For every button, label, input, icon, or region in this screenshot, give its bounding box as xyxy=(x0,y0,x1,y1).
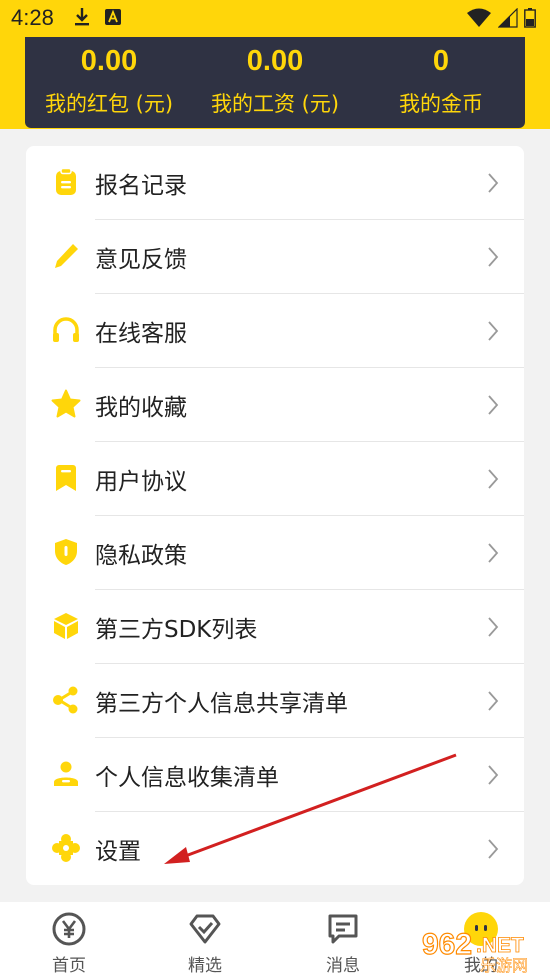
status-bar: 4:28 xyxy=(0,0,550,36)
chevron-right-icon xyxy=(488,543,499,563)
tab-label: 消息 xyxy=(326,956,360,976)
yuan-icon xyxy=(52,912,86,946)
menu-item-info-collection-list[interactable]: 个人信息收集清单 xyxy=(26,738,524,812)
menu-item-label: 第三方个人信息共享清单 xyxy=(95,691,348,717)
wifi-icon xyxy=(467,8,491,27)
menu-item-info-sharing-list[interactable]: 第三方个人信息共享清单 xyxy=(26,664,524,738)
coins-label: 我的金币 xyxy=(399,92,483,116)
menu-item-label: 我的收藏 xyxy=(95,395,187,421)
menu-item-customer-service[interactable]: 在线客服 xyxy=(26,294,524,368)
clipboard-icon xyxy=(56,167,76,195)
bookmark-icon xyxy=(56,465,76,491)
wallet-stats-card: 0.00 我的红包 (元) 0.00 我的工资 (元) 0 我的金币 xyxy=(25,37,525,128)
status-time: 4:28 xyxy=(11,5,54,30)
salary-label: 我的工资 (元) xyxy=(210,92,340,116)
svg-text:.NET: .NET xyxy=(476,934,524,957)
share-icon xyxy=(53,686,78,714)
coins-value: 0 xyxy=(432,45,450,77)
menu-item-label: 第三方SDK列表 xyxy=(95,617,258,643)
salary-value: 0.00 xyxy=(246,45,304,77)
tab-home[interactable]: 首页 xyxy=(24,902,114,979)
watermark-logo: 962 .NET 乐游网 xyxy=(421,927,528,974)
chevron-right-icon xyxy=(488,765,499,785)
menu-item-settings[interactable]: 设置 xyxy=(26,812,524,886)
settings-icon xyxy=(52,834,80,862)
user-icon xyxy=(54,761,78,786)
chevron-right-icon xyxy=(488,173,499,193)
menu-item-favorites[interactable]: 我的收藏 xyxy=(26,368,524,442)
menu-item-label: 意见反馈 xyxy=(95,247,187,273)
chevron-right-icon xyxy=(488,691,499,711)
menu-item-signup-records[interactable]: 报名记录 xyxy=(26,146,524,220)
battery-icon xyxy=(524,8,536,28)
salary-stat[interactable]: 0.00 我的工资 (元) xyxy=(191,37,359,128)
coins-stat[interactable]: 0 我的金币 xyxy=(357,37,525,128)
red-packet-label: 我的红包 (元) xyxy=(44,92,174,116)
tab-messages[interactable]: 消息 xyxy=(298,902,388,979)
chevron-right-icon xyxy=(488,395,499,415)
a-notification-icon xyxy=(105,9,121,25)
signal-icon xyxy=(498,8,518,28)
menu-item-privacy-policy[interactable]: 隐私政策 xyxy=(26,516,524,590)
tab-featured[interactable]: 精选 xyxy=(160,902,250,979)
chevron-right-icon xyxy=(488,321,499,341)
menu-item-label: 报名记录 xyxy=(95,173,187,199)
menu-item-label: 用户协议 xyxy=(95,469,187,495)
menu-item-feedback[interactable]: 意见反馈 xyxy=(26,220,524,294)
menu-item-user-agreement[interactable]: 用户协议 xyxy=(26,442,524,516)
cube-icon xyxy=(54,613,78,639)
chevron-right-icon xyxy=(488,247,499,267)
menu-list: 报名记录 意见反馈 在线客服 我的收藏 用户协议 隐私政策 第三方SDK列表 第… xyxy=(26,146,524,885)
pencil-icon xyxy=(55,244,78,268)
red-packet-value: 0.00 xyxy=(80,45,138,77)
diamond-icon xyxy=(189,914,221,944)
chevron-right-icon xyxy=(488,469,499,489)
chevron-right-icon xyxy=(488,617,499,637)
shield-icon xyxy=(55,539,77,565)
menu-item-label: 设置 xyxy=(95,839,141,865)
menu-item-label: 个人信息收集清单 xyxy=(95,765,279,791)
headset-icon xyxy=(53,317,79,342)
svg-text:962: 962 xyxy=(422,928,472,961)
download-icon xyxy=(75,8,89,26)
chevron-right-icon xyxy=(488,839,499,859)
menu-item-label: 在线客服 xyxy=(95,321,187,347)
svg-text:乐游网: 乐游网 xyxy=(480,956,528,974)
star-icon xyxy=(51,389,81,418)
menu-item-third-party-sdk[interactable]: 第三方SDK列表 xyxy=(26,590,524,664)
menu-item-label: 隐私政策 xyxy=(95,543,187,569)
message-icon xyxy=(328,914,358,944)
tab-label: 首页 xyxy=(52,956,86,976)
red-packet-stat[interactable]: 0.00 我的红包 (元) xyxy=(25,37,193,128)
tab-label: 精选 xyxy=(188,956,222,976)
